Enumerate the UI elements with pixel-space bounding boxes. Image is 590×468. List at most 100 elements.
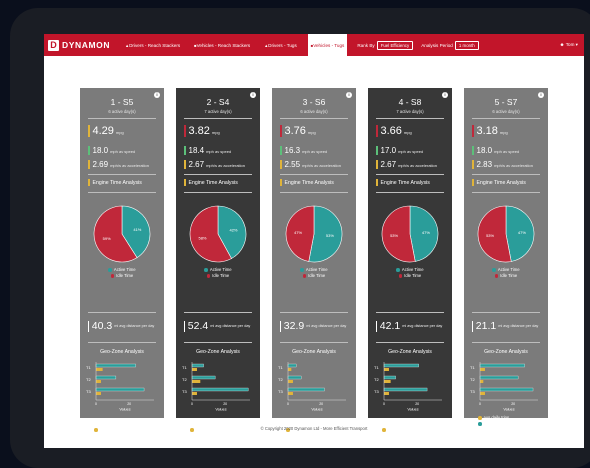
- mpg-metric: 4.29 mpg: [88, 125, 124, 137]
- zone-label: T3: [86, 389, 91, 394]
- accel-metric-value: 2.67: [188, 160, 205, 169]
- distance-marker: [88, 320, 89, 332]
- footer-copyright: © Copyright 2020 Dynamon Ltd - More Effi…: [260, 426, 368, 431]
- zone-time-bar: [383, 387, 428, 392]
- app-screen: D DYNAMON ▲ Drivers - Reach Stackers ■ Ve…: [44, 34, 584, 448]
- trips-bar: [480, 392, 485, 395]
- brand-logo[interactable]: D DYNAMON: [48, 39, 110, 51]
- metric-marker: [472, 146, 474, 155]
- divider: [280, 312, 348, 313]
- geo-zone-chart: T1 T2 T3 0 20 Values: [86, 362, 154, 412]
- active-days: 6 active day(s): [108, 109, 136, 114]
- geo-zone-chart: T1 T2 T3 0 20 Values: [470, 362, 538, 412]
- mpg-metric-value: 3.18: [476, 125, 498, 137]
- divider: [376, 342, 444, 343]
- vehicle-card: i4 - S8 7 active day(s) 3.66 mpg 17.0 mph av …: [368, 88, 452, 432]
- analysis-period-select[interactable]: 1 month: [454, 40, 479, 50]
- trips-bar: [384, 380, 391, 383]
- pie-legend: Active Time Idle Time: [368, 267, 452, 279]
- legend-dot: [204, 268, 208, 272]
- divider: [184, 118, 252, 119]
- engine-time-pie: 42% 58%: [189, 205, 247, 263]
- nav-item-3[interactable]: ■ Vehicles - Tugs: [307, 34, 348, 56]
- trips-bar: [480, 380, 484, 383]
- trips-bar: [480, 368, 485, 371]
- geo-zone-title: Geo-Zone Analysis: [196, 349, 240, 355]
- divider: [472, 174, 540, 175]
- mpg-metric-unit: mpg: [403, 130, 412, 135]
- nav-item-label: Drivers - Tugs: [268, 42, 297, 48]
- divider: [280, 192, 348, 193]
- geo-zone-chart: T1 T2 T3 0 20 Values: [182, 362, 250, 412]
- engine-time-heading: Engine Time Analysis: [280, 179, 348, 186]
- accel-metric: 2.55 mph/s av acceleration: [280, 160, 341, 169]
- x-tick: 20: [223, 402, 227, 406]
- speed-metric-unit: mph av speed: [494, 149, 520, 154]
- x-tick: 0: [383, 402, 385, 406]
- zone-label: T3: [374, 389, 379, 394]
- zone-label: T2: [374, 377, 379, 382]
- distance-value: 40.3: [91, 320, 113, 332]
- speed-metric-value: 18.0: [92, 146, 109, 155]
- nav-item-label: Vehicles - Tugs: [313, 42, 345, 48]
- legend-item-idle: Idle Time: [302, 273, 326, 279]
- distance-marker: [184, 320, 185, 332]
- divider: [280, 118, 348, 119]
- pie-slice-idle: [381, 205, 416, 263]
- user-menu[interactable]: ☻ Tom ▾: [560, 42, 578, 48]
- divider: [184, 174, 252, 175]
- x-axis-title: Values: [503, 408, 514, 412]
- x-axis-title: Values: [215, 408, 226, 412]
- nav-item-1[interactable]: ■ Vehicles - Reach Stackers: [191, 34, 253, 56]
- zone-time-bar: [95, 375, 117, 380]
- vehicle-card: i2 - S4 7 active day(s) 3.82 mpg 18.4 mph av …: [176, 88, 260, 432]
- avg-distance: 21.1 mi avg distance per day: [472, 320, 546, 332]
- accel-metric-value: 2.67: [380, 160, 397, 169]
- nav-item-2[interactable]: ▲ Drivers - Tugs: [261, 34, 300, 56]
- engine-time-title: Engine Time Analysis: [92, 179, 142, 186]
- metric-marker: [376, 125, 378, 137]
- zone-time-bar: [191, 375, 216, 380]
- accel-metric-unit: mph/s av acceleration: [206, 163, 245, 168]
- mpg-metric: 3.76 mpg: [280, 125, 316, 137]
- metric-marker: [280, 125, 282, 137]
- zone-time-bar: [383, 375, 396, 380]
- accel-metric-value: 2.69: [92, 160, 109, 169]
- engine-time-heading: Engine Time Analysis: [376, 179, 444, 186]
- mpg-metric-value: 3.82: [188, 125, 210, 137]
- legend-label: Idle Time: [308, 273, 326, 278]
- pie-label-active: 53%: [326, 233, 334, 238]
- legend-dot: [300, 268, 304, 272]
- x-tick: 0: [191, 402, 193, 406]
- speed-metric-unit: mph av speed: [206, 149, 232, 154]
- metric-marker: [88, 146, 90, 155]
- zone-time-bar: [479, 387, 534, 392]
- mpg-metric: 3.18 mpg: [472, 125, 508, 137]
- distance-unit: mi avg distance per day: [114, 324, 155, 328]
- mpg-metric-unit: mpg: [307, 130, 316, 135]
- divider: [184, 312, 252, 313]
- zone-label: T1: [374, 365, 379, 370]
- mpg-metric: 3.82 mpg: [184, 125, 220, 137]
- nav-item-label: Drivers - Reach Stackers: [129, 42, 181, 48]
- pie-label-active: 42%: [229, 228, 237, 233]
- rank-by-select[interactable]: Fuel Efficiency: [376, 40, 414, 50]
- speed-metric-unit: mph av speed: [110, 149, 136, 154]
- avg-distance: 52.4 mi avg distance per day: [184, 320, 258, 332]
- metric-marker: [280, 146, 282, 155]
- zone-label: T2: [470, 377, 475, 382]
- geo-zone-title: Geo-Zone Analysis: [100, 349, 144, 355]
- nav-item-0[interactable]: ▲ Drivers - Reach Stackers: [122, 34, 183, 56]
- speed-metric-unit: mph av speed: [398, 149, 424, 154]
- card-title: 3 - S6: [302, 97, 326, 107]
- legend-label: Idle Time: [500, 273, 518, 278]
- zone-label: T3: [182, 389, 187, 394]
- card-title: 5 - S7: [494, 97, 518, 107]
- accel-metric: 2.69 mph/s av acceleration: [88, 160, 149, 169]
- zone-time-bar: [95, 387, 145, 392]
- geo-zone-title: Geo-Zone Analysis: [388, 349, 432, 355]
- speed-metric: 18.0 mph av speed: [88, 146, 135, 155]
- active-days: 7 active day(s): [204, 109, 232, 114]
- engine-time-pie: 47% 53%: [381, 205, 439, 263]
- speed-metric: 16.3 mph av speed: [280, 146, 327, 155]
